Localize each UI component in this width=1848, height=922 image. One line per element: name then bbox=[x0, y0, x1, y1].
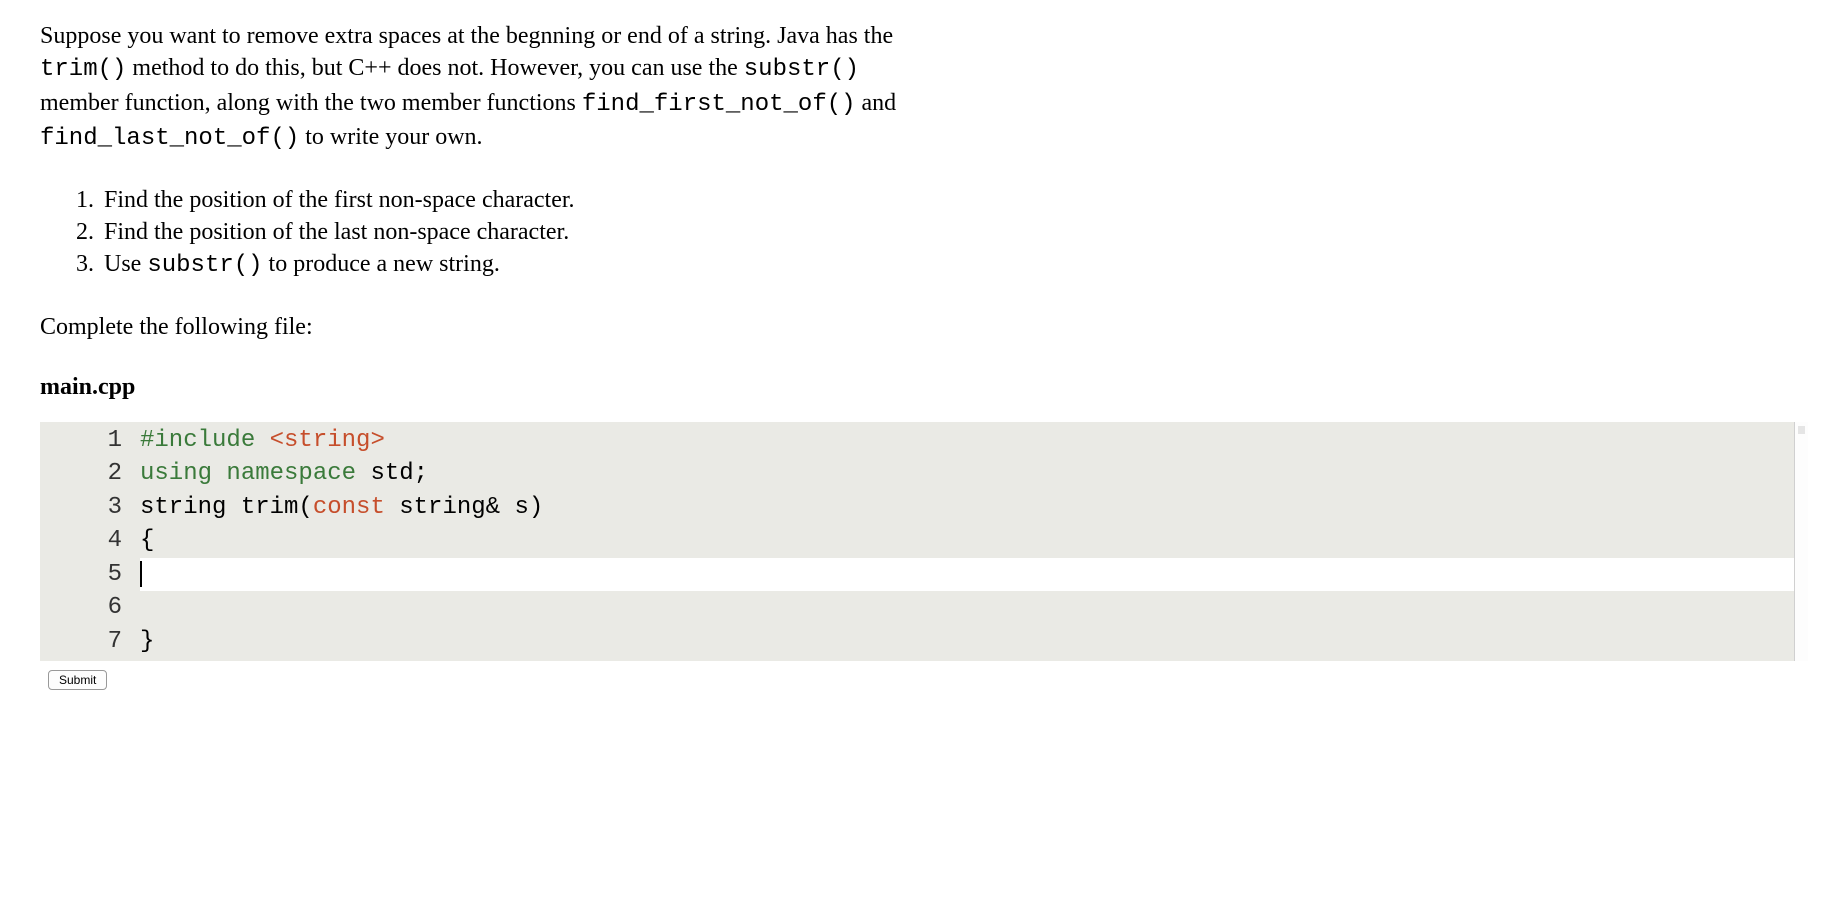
token-const: const bbox=[313, 494, 385, 521]
steps-list: Find the position of the first non-space… bbox=[100, 184, 1808, 283]
code-line-2: 2 using namespace std; bbox=[40, 457, 1808, 491]
token-namespace: namespace bbox=[226, 460, 356, 487]
line-number: 7 bbox=[40, 625, 140, 659]
intro-paragraph: Suppose you want to remove extra spaces … bbox=[40, 20, 940, 156]
code-content-7: } bbox=[140, 625, 1808, 659]
line-number: 2 bbox=[40, 457, 140, 491]
intro-code-substr: substr() bbox=[744, 56, 859, 83]
complete-label: Complete the following file: bbox=[40, 311, 1808, 343]
intro-code-find-first: find_first_not_of() bbox=[582, 91, 856, 118]
code-line-5-editable[interactable]: 5 bbox=[40, 558, 1808, 592]
intro-text-3: member function, along with the two memb… bbox=[40, 90, 582, 116]
intro-text-4: and bbox=[856, 90, 897, 116]
intro-text-2: method to do this, but C++ does not. How… bbox=[126, 55, 743, 81]
line-number: 5 bbox=[40, 558, 140, 592]
step-3-prefix: Use bbox=[104, 251, 147, 277]
token-signature-b: string& s) bbox=[385, 494, 543, 521]
step-3-suffix: to produce a new string. bbox=[263, 251, 500, 277]
token-signature-a: string trim( bbox=[140, 494, 313, 521]
code-editor[interactable]: 1 #include <string> 2 using namespace st… bbox=[40, 422, 1808, 661]
step-1: Find the position of the first non-space… bbox=[100, 184, 1808, 216]
step-2: Find the position of the last non-space … bbox=[100, 216, 1808, 248]
submit-button[interactable]: Submit bbox=[48, 670, 107, 690]
token-include-arg: <string> bbox=[255, 427, 385, 454]
code-content-4: { bbox=[140, 524, 1808, 558]
token-include: #include bbox=[140, 427, 255, 454]
code-content-1: #include <string> bbox=[140, 424, 1808, 458]
text-cursor-icon bbox=[140, 561, 142, 587]
code-line-6: 6 bbox=[40, 591, 1808, 625]
code-editor-wrap: 1 #include <string> 2 using namespace st… bbox=[40, 422, 1808, 661]
code-line-1: 1 #include <string> bbox=[40, 424, 1808, 458]
line-number: 6 bbox=[40, 591, 140, 625]
code-line-3: 3 string trim(const string& s) bbox=[40, 491, 1808, 525]
line-number: 1 bbox=[40, 424, 140, 458]
code-content-2: using namespace std; bbox=[140, 457, 1808, 491]
step-3-code: substr() bbox=[147, 252, 262, 279]
intro-text-1: Suppose you want to remove extra spaces … bbox=[40, 23, 893, 49]
intro-code-find-last: find_last_not_of() bbox=[40, 125, 299, 152]
line-number: 4 bbox=[40, 524, 140, 558]
code-content-3: string trim(const string& s) bbox=[140, 491, 1808, 525]
scrollbar-vertical[interactable] bbox=[1794, 422, 1808, 661]
token-std: std; bbox=[356, 460, 428, 487]
code-line-4: 4 { bbox=[40, 524, 1808, 558]
code-content-5[interactable] bbox=[140, 558, 1808, 592]
token-using: using bbox=[140, 460, 212, 487]
step-3: Use substr() to produce a new string. bbox=[100, 248, 1808, 282]
intro-code-trim: trim() bbox=[40, 56, 126, 83]
code-line-7: 7 } bbox=[40, 625, 1808, 659]
token-space bbox=[212, 460, 226, 487]
intro-text-5: to write your own. bbox=[299, 124, 482, 150]
line-number: 3 bbox=[40, 491, 140, 525]
filename-label: main.cpp bbox=[40, 371, 1808, 403]
